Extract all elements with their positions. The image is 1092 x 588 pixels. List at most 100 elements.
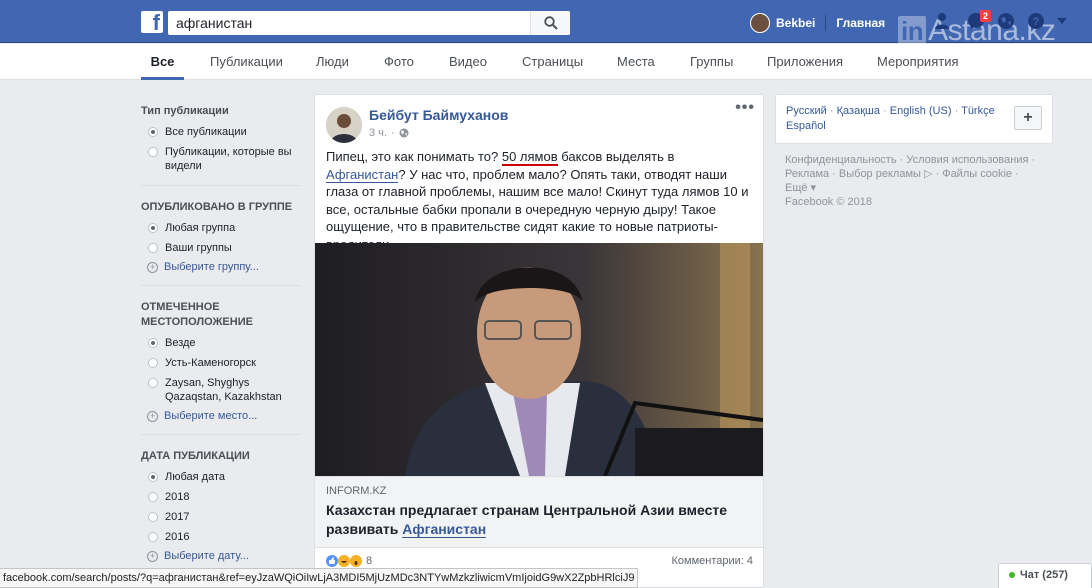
plus-circle-icon: + [147, 410, 158, 422]
tab-groups[interactable]: Группы [690, 44, 733, 80]
choose-place-link[interactable]: + Выберите место... [141, 410, 301, 422]
filter-option-label: 2018 [165, 491, 190, 503]
right-sidebar: Русский · Қазақша · English (US) · Türkç… [775, 94, 1053, 209]
text-segment: баксов выделять в [557, 149, 675, 164]
filter-option[interactable]: 2016 [141, 530, 301, 544]
filter-group: ОПУБЛИКОВАНО В ГРУППЕ Любая группа Ваши … [141, 200, 301, 286]
speaker-photo [315, 243, 763, 476]
tab-apps[interactable]: Приложения [767, 44, 843, 80]
facebook-logo[interactable]: f [141, 11, 163, 33]
plus-circle-icon: + [147, 261, 158, 273]
add-language-button[interactable]: + [1014, 106, 1042, 130]
profile-link[interactable]: Bekbei [776, 16, 815, 30]
radio-selected[interactable] [148, 472, 158, 482]
copyright: Facebook © 2018 [785, 196, 872, 208]
radio[interactable] [148, 532, 158, 542]
filter-option-label: Везде [165, 337, 196, 349]
comments-count-link[interactable]: Комментарии: 4 [671, 555, 753, 567]
post-timestamp[interactable]: 3 ч. [369, 127, 387, 139]
browser-status-url: facebook.com/search/posts/?q=афганистан&… [0, 568, 639, 588]
radio-selected[interactable] [148, 223, 158, 233]
avatar-image [326, 107, 362, 143]
user-avatar[interactable] [750, 13, 770, 33]
language-link[interactable]: Türkçe [961, 105, 995, 117]
radio[interactable] [148, 147, 158, 157]
link-title[interactable]: Казахстан предлагает странам Центральной… [326, 501, 756, 539]
globe-icon[interactable] [399, 128, 409, 138]
radio-selected[interactable] [148, 127, 158, 137]
search-icon [543, 16, 558, 30]
wow-reaction-icon [350, 555, 362, 567]
search-button[interactable] [530, 11, 570, 35]
tab-events[interactable]: Мероприятия [877, 44, 959, 80]
tab-people[interactable]: Люди [316, 44, 349, 80]
notifications-globe-icon[interactable] [997, 12, 1015, 30]
choose-group-link[interactable]: + Выберите группу... [141, 261, 301, 273]
underlined-amount: 50 лямов [501, 149, 558, 166]
language-link[interactable]: Español [786, 120, 826, 132]
link-preview-image[interactable] [315, 243, 763, 476]
filter-option[interactable]: 2018 [141, 490, 301, 504]
link-title-text: Казахстан предлагает странам Центральной… [326, 502, 728, 537]
tab-videos[interactable]: Видео [449, 44, 487, 80]
tab-all[interactable]: Все [141, 44, 184, 80]
link-preview[interactable]: INFORM.KZ Казахстан предлагает странам Ц… [315, 476, 763, 548]
help-icon[interactable]: ? [1027, 12, 1045, 30]
filter-option[interactable]: Zaysan, Shyghys Qazaqstan, Kazakhstan [141, 376, 301, 404]
tab-places[interactable]: Места [617, 44, 655, 80]
filter-heading: Тип публикации [141, 105, 229, 117]
footer-line[interactable]: Реклама · Выбор рекламы ▷ · Файлы cookie… [785, 167, 1053, 181]
post-text: Пипец, это как понимать то? 50 лямов бак… [326, 148, 756, 253]
link-label: Выберите дату... [164, 550, 249, 562]
filter-option[interactable]: Везде [141, 336, 301, 350]
search-tabs: Все Публикации Люди Фото Видео Страницы … [0, 44, 1092, 80]
tab-photos[interactable]: Фото [384, 44, 414, 80]
filter-option[interactable]: 2017 [141, 510, 301, 524]
account-menu-chevron-icon[interactable] [1057, 17, 1067, 25]
filter-option[interactable]: Ваши группы [141, 241, 301, 255]
radio[interactable] [148, 378, 158, 388]
radio[interactable] [148, 512, 158, 522]
separator: · [390, 127, 395, 139]
filter-heading: ДАТА ПУБЛИКАЦИИ [141, 450, 250, 462]
radio[interactable] [148, 492, 158, 502]
filter-option[interactable]: Все публикации [141, 125, 301, 139]
filter-option[interactable]: Любая группа [141, 221, 301, 235]
filter-location: ОТМЕЧЕННОЕ МЕСТОПОЛОЖЕНИЕ Везде Усть-Кам… [141, 300, 301, 435]
post-options-icon[interactable]: ••• [735, 99, 755, 117]
radio[interactable] [148, 243, 158, 253]
filter-option[interactable]: Любая дата [141, 470, 301, 484]
filter-option-label: Любая группа [165, 222, 236, 234]
svg-text:?: ? [1033, 16, 1040, 28]
footer-line[interactable]: Конфиденциальность · Условия использован… [785, 153, 1053, 167]
friend-requests-icon[interactable] [935, 12, 955, 30]
separator: · [883, 105, 890, 117]
chat-label: Чат (257) [1020, 569, 1068, 581]
author-avatar[interactable] [326, 107, 362, 143]
notification-badge: 2 [980, 10, 992, 22]
footer-links: Конфиденциальность · Условия использован… [775, 153, 1053, 209]
filter-option[interactable]: Усть-Каменогорск [141, 356, 301, 370]
separator: · [829, 105, 837, 117]
tab-posts[interactable]: Публикации [210, 44, 283, 80]
radio-selected[interactable] [148, 338, 158, 348]
footer-more[interactable]: Ещё ▾ [785, 181, 1053, 195]
plus-circle-icon: + [147, 550, 158, 562]
language-link[interactable]: Русский [786, 105, 827, 117]
text-segment: Пипец, это как понимать то? [326, 149, 502, 164]
filter-option[interactable]: Публикации, которые вы видели [141, 145, 301, 173]
home-link[interactable]: Главная [836, 16, 885, 30]
language-link[interactable]: Қазақша [837, 105, 880, 117]
post-author-link[interactable]: Бейбут Баймуханов [369, 107, 508, 123]
search-filters: Тип публикации Все публикации Публикации… [141, 104, 301, 588]
language-selector: Русский · Қазақша · English (US) · Türkç… [775, 94, 1053, 144]
link-label: Выберите место... [164, 410, 258, 422]
link-label: Выберите группу... [164, 261, 259, 273]
reactions-summary[interactable]: 8 [326, 555, 372, 567]
chat-tab[interactable]: Чат (257) [998, 563, 1092, 588]
choose-date-link[interactable]: + Выберите дату... [141, 550, 301, 562]
radio[interactable] [148, 358, 158, 368]
language-link[interactable]: English (US) [890, 105, 952, 117]
tab-pages[interactable]: Страницы [522, 44, 583, 80]
search-input[interactable] [168, 11, 530, 35]
